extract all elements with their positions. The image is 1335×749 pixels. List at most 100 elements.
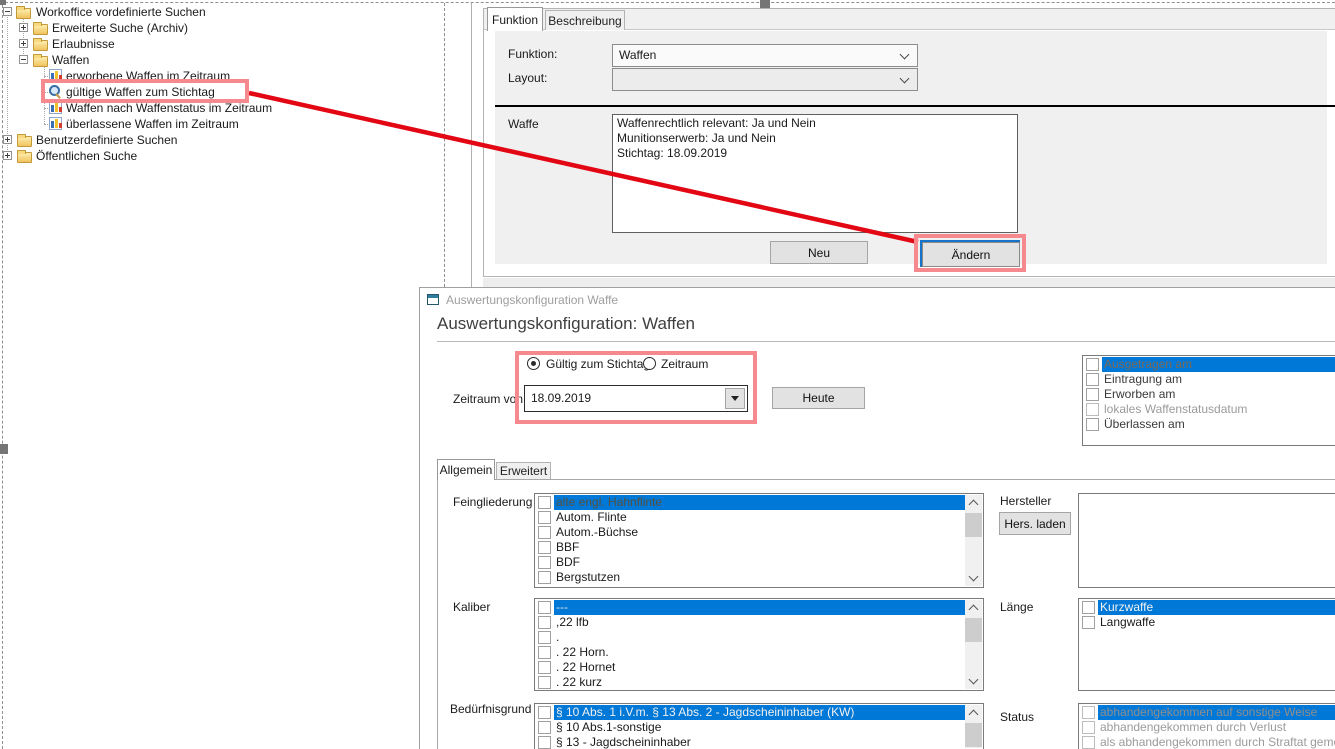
scroll-up-icon[interactable] [965,600,982,616]
list-item[interactable]: Ausgetragen am [1083,357,1335,372]
list-item[interactable]: Bergstutzen [535,570,983,585]
list-item[interactable]: lokales Waffenstatusdatum [1083,402,1335,417]
tree-item-oeffentlichen[interactable]: Öffentlichen Suche [0,148,440,164]
checkbox-icon[interactable] [538,736,551,749]
kaliber-list[interactable]: --- ,22 lfb . . 22 Horn. . 22 Hornet . 2… [534,598,984,691]
checkbox-icon[interactable] [538,526,551,539]
beduerfnisgrund-list[interactable]: § 10 Abs. 1 i.V.m. § 13 Abs. 2 - Jagdsch… [534,703,984,749]
radio-gueltig-zum-stichtag[interactable] [527,357,540,370]
scrollbar-thumb[interactable] [965,723,982,747]
checkbox-icon[interactable] [1086,403,1099,416]
tree-expander-plus-icon[interactable] [19,23,28,32]
status-list[interactable]: abhandengekommen auf sonstige Weise abha… [1078,703,1335,749]
tree-item-erworbene-waffen[interactable]: erworbene Waffen im Zeitraum [0,68,440,84]
checkbox-icon[interactable] [538,541,551,554]
list-item[interactable]: ,22 lfb [535,615,983,630]
scroll-up-icon[interactable] [965,495,982,511]
tree-expander-plus-icon[interactable] [3,135,12,144]
checkbox-icon[interactable] [538,676,551,689]
checkbox-icon[interactable] [1086,373,1099,386]
scrollbar-thumb[interactable] [965,513,982,537]
scroll-up-icon[interactable] [965,705,982,721]
date-combobox[interactable]: 18.09.2019 [524,385,748,412]
list-item[interactable]: § 10 Abs.1-sonstige [535,720,983,735]
hersteller-list[interactable] [1078,493,1335,588]
laenge-list[interactable]: Kurzwaffe Langwaffe [1078,598,1335,691]
hers-laden-button[interactable]: Hers. laden [999,512,1071,535]
checkbox-icon[interactable] [538,511,551,524]
feingliederung-list[interactable]: alte engl. Hahnflinte Autom. Flinte Auto… [534,493,984,588]
list-item[interactable]: Autom.-Büchse [535,525,983,540]
checkbox-icon[interactable] [1082,601,1095,614]
date-dropdown-button[interactable] [725,388,745,409]
scroll-down-icon[interactable] [965,570,982,586]
list-item[interactable]: BDF [535,555,983,570]
scrollbar[interactable] [965,705,982,748]
list-item[interactable]: --- [535,600,983,615]
checkbox-icon[interactable] [538,616,551,629]
scroll-down-icon[interactable] [965,673,982,689]
list-item[interactable]: § 13 - Jagdscheininhaber [535,735,983,749]
list-item[interactable]: als abhandengekommen durch Straftat geme… [1079,735,1335,749]
checkbox-icon[interactable] [1086,388,1099,401]
checkbox-icon[interactable] [1082,736,1095,749]
list-item[interactable]: Autom. Flinte [535,510,983,525]
layout-combobox[interactable] [612,68,918,91]
list-item[interactable]: abhandengekommen durch Verlust [1079,720,1335,735]
tree-expander-minus-icon[interactable] [3,7,12,16]
tab-allgemein[interactable]: Allgemein [437,459,495,480]
list-item[interactable]: alte engl. Hahnflinte [535,495,983,510]
tab-funktion[interactable]: Funktion [487,7,543,31]
selection-handle-left[interactable] [0,444,8,454]
tree-item-gueltige-waffen[interactable]: gültige Waffen zum Stichtag [0,84,440,100]
waffe-textarea[interactable]: Waffenrechtlich relevant: Ja und Nein Mu… [612,114,1018,233]
tree-expander-minus-icon[interactable] [19,55,28,64]
list-item[interactable]: . 22 Hornet [535,660,983,675]
funktion-combobox[interactable]: Waffen [612,44,918,67]
scrollbar[interactable] [965,495,982,586]
tree-expander-plus-icon[interactable] [3,151,12,160]
scrollbar[interactable] [965,600,982,689]
list-item[interactable]: Überlassen am [1083,417,1335,432]
checkbox-icon[interactable] [1086,418,1099,431]
checkbox-icon[interactable] [538,571,551,584]
list-item[interactable]: . 22 kurz [535,675,983,690]
tab-beschreibung[interactable]: Beschreibung [545,10,625,30]
tree-expander-plus-icon[interactable] [19,39,28,48]
list-item[interactable]: Kurzwaffe [1079,600,1335,615]
tree-item-ueberlassene-waffen[interactable]: überlassene Waffen im Zeitraum [0,116,440,132]
list-item[interactable]: Eintragung am [1083,372,1335,387]
checkbox-icon[interactable] [538,706,551,719]
checkbox-icon[interactable] [538,661,551,674]
checkbox-icon[interactable] [1082,616,1095,629]
list-item[interactable]: . [535,630,983,645]
radio-zeitraum[interactable] [643,357,656,370]
checkbox-icon[interactable] [1082,706,1095,719]
checkbox-icon[interactable] [538,601,551,614]
checkbox-icon[interactable] [538,556,551,569]
list-item[interactable]: . 22 Horn. [535,645,983,660]
date-fields-list[interactable]: Ausgetragen am Eintragung am Erworben am… [1082,355,1335,446]
checkbox-icon[interactable] [1086,358,1099,371]
checkbox-icon[interactable] [538,631,551,644]
tab-erweitert[interactable]: Erweitert [496,462,551,479]
list-item[interactable]: Erworben am [1083,387,1335,402]
neu-button[interactable]: Neu [770,241,868,264]
checkbox-icon[interactable] [1082,721,1095,734]
tree-item-erlaubnisse[interactable]: Erlaubnisse [0,36,440,52]
list-item[interactable]: BBF [535,540,983,555]
scrollbar-thumb[interactable] [965,618,982,642]
checkbox-icon[interactable] [538,496,551,509]
list-item[interactable]: abhandengekommen auf sonstige Weise [1079,705,1335,720]
heute-button[interactable]: Heute [772,387,865,409]
list-item[interactable]: Langwaffe [1079,615,1335,630]
tree-item-erweiterte-suche[interactable]: Erweiterte Suche (Archiv) [0,20,440,36]
tree-item-waffen[interactable]: Waffen [0,52,440,68]
tree-item-benutzerdefinierte[interactable]: Benutzerdefinierte Suchen [0,132,440,148]
checkbox-icon[interactable] [538,646,551,659]
list-item[interactable]: § 10 Abs. 1 i.V.m. § 13 Abs. 2 - Jagdsch… [535,705,983,720]
tree-item-waffen-nach-status[interactable]: Waffen nach Waffenstatus im Zeitraum [0,100,440,116]
tree-item-workoffice[interactable]: Workoffice vordefinierte Suchen [0,4,440,20]
checkbox-icon[interactable] [538,721,551,734]
aendern-button[interactable]: Ändern [922,242,1020,267]
